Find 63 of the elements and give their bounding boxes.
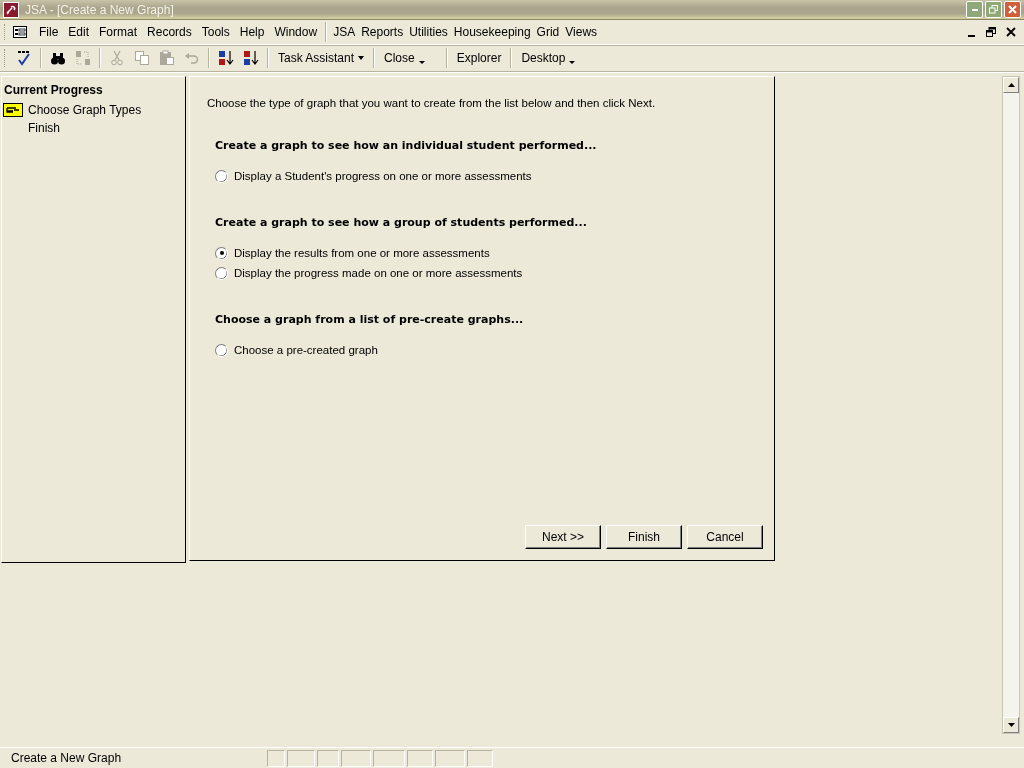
scroll-down-button[interactable] bbox=[1003, 717, 1019, 733]
menu-item[interactable]: Format bbox=[94, 23, 143, 41]
menu-item[interactable]: Views bbox=[562, 23, 601, 41]
close-icon[interactable] bbox=[1006, 27, 1016, 37]
radio-button[interactable] bbox=[215, 169, 228, 183]
minimize-icon bbox=[971, 8, 978, 11]
status-panel bbox=[287, 749, 315, 767]
menu-item[interactable]: Utilities bbox=[406, 23, 451, 41]
progress-step: Choose Graph Types bbox=[28, 103, 142, 117]
menu-item[interactable]: Edit bbox=[63, 23, 95, 41]
status-panel bbox=[407, 749, 433, 767]
close-icon bbox=[1008, 5, 1017, 14]
radio-button[interactable] bbox=[215, 246, 228, 260]
explorer-button[interactable]: Explorer bbox=[452, 49, 506, 67]
status-text: Create a New Graph bbox=[10, 751, 123, 765]
status-panel bbox=[435, 749, 465, 767]
next-button[interactable]: Next >> bbox=[525, 525, 601, 549]
progress-step: Finish bbox=[28, 121, 60, 135]
caret-icon bbox=[358, 56, 365, 60]
menu-item[interactable]: Grid bbox=[533, 23, 563, 41]
triangle-down-icon bbox=[1007, 723, 1015, 727]
section-heading: Create a graph to see how an individual student performed... bbox=[215, 139, 598, 152]
finish-button[interactable]: Finish bbox=[606, 525, 682, 549]
menu-item[interactable]: Records bbox=[142, 23, 197, 41]
radio-label[interactable]: Choose a pre-created graph bbox=[234, 344, 378, 356]
app-icon bbox=[3, 1, 19, 18]
scroll-up-button[interactable] bbox=[1003, 77, 1019, 93]
menu-item[interactable]: Help bbox=[234, 23, 270, 41]
radio-label[interactable]: Display the results from one or more assessments bbox=[234, 247, 490, 259]
menu-item[interactable]: Window bbox=[269, 23, 323, 41]
menu-item[interactable]: Reports bbox=[358, 23, 407, 41]
section-heading: Choose a graph from a list of pre-create graphs... bbox=[215, 313, 525, 326]
close-button[interactable] bbox=[1004, 1, 1021, 18]
menu-item[interactable]: JSA bbox=[330, 23, 359, 41]
menu-item[interactable]: Housekeeping bbox=[450, 23, 534, 41]
instruction-text: Choose the type of graph that you want to create from the list below and then click Next. bbox=[207, 97, 657, 109]
radio-label[interactable]: Display the progress made on one or more assessments bbox=[234, 267, 523, 279]
caret-icon bbox=[418, 61, 425, 64]
radio-button[interactable] bbox=[215, 266, 228, 280]
close-menu-button[interactable]: Close bbox=[380, 49, 429, 67]
status-panel bbox=[267, 749, 285, 767]
window-title: JSA - [Create a New Graph] bbox=[25, 2, 175, 17]
restore-icon[interactable] bbox=[986, 27, 996, 37]
menu-item[interactable]: Tools bbox=[196, 23, 235, 41]
status-panel bbox=[341, 749, 371, 767]
radio-button[interactable] bbox=[215, 343, 228, 357]
panel-title: Current Progress bbox=[3, 82, 104, 99]
restore-icon bbox=[989, 5, 998, 14]
restore-button[interactable] bbox=[985, 1, 1002, 18]
status-panel bbox=[373, 749, 405, 767]
caret-icon bbox=[569, 61, 576, 64]
radio-label[interactable]: Display a Student's progress on one or more assessments bbox=[234, 170, 532, 182]
desktop-menu-button[interactable]: Desktop bbox=[517, 49, 580, 67]
cancel-button[interactable]: Cancel bbox=[687, 525, 763, 549]
section-heading: Create a graph to see how a group of students performed... bbox=[215, 216, 588, 229]
status-panel bbox=[317, 749, 339, 767]
form-icon[interactable] bbox=[12, 25, 28, 39]
task-assistant-button[interactable]: Task Assistant bbox=[274, 49, 369, 67]
triangle-up-icon bbox=[1007, 83, 1015, 87]
menu-item[interactable]: File bbox=[34, 23, 64, 41]
minimize-button[interactable] bbox=[966, 1, 983, 18]
vertical-scrollbar[interactable] bbox=[1002, 76, 1020, 734]
status-panel bbox=[467, 749, 493, 767]
